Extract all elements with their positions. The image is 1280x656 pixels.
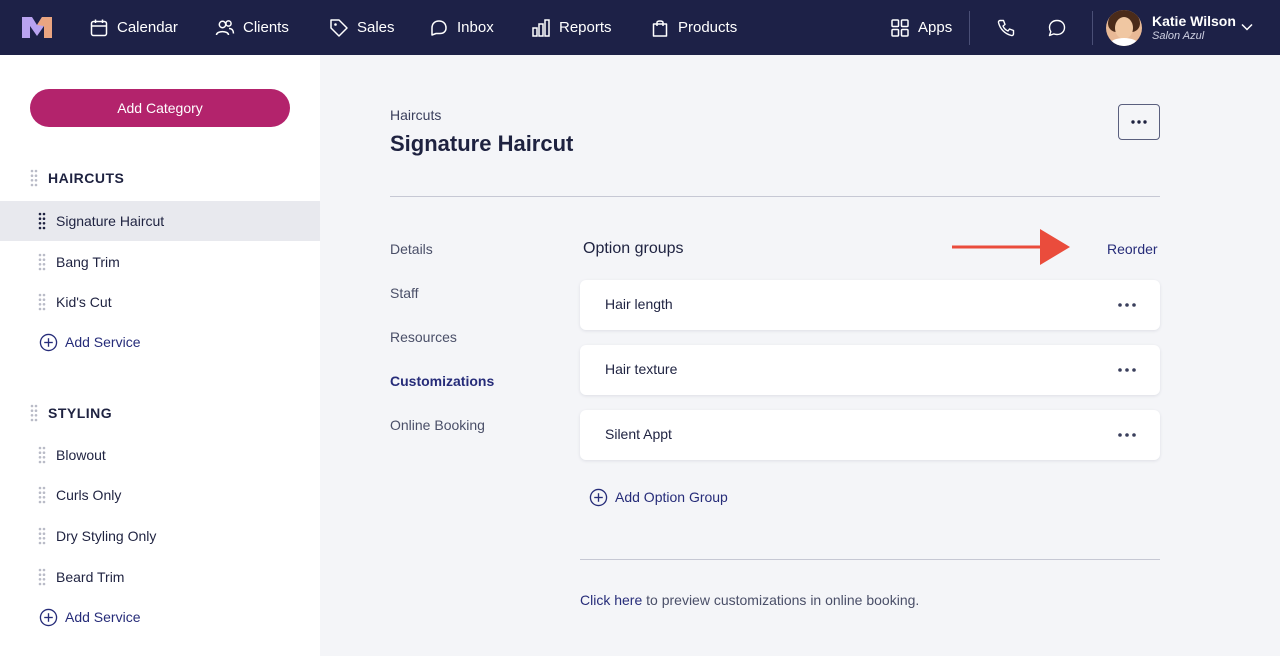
more-options-button[interactable] (1118, 104, 1160, 140)
nav-calendar[interactable]: Calendar (89, 0, 178, 55)
more-horizontal-icon[interactable] (1116, 300, 1138, 310)
add-category-button[interactable]: Add Category (30, 89, 290, 127)
drag-handle-icon[interactable] (38, 527, 46, 545)
nav-calendar-label: Calendar (117, 19, 178, 36)
add-option-group-button[interactable]: Add Option Group (589, 487, 728, 507)
drag-handle-icon[interactable] (38, 253, 46, 271)
tab-staff[interactable]: Staff (390, 285, 419, 301)
more-horizontal-icon[interactable] (1116, 430, 1138, 440)
sidebar-item-beard-trim[interactable]: Beard Trim (0, 557, 320, 597)
plus-circle-icon (39, 608, 58, 626)
drag-handle-icon[interactable] (38, 212, 46, 230)
service-label: Blowout (56, 447, 106, 463)
nav-apps[interactable]: Apps (890, 0, 952, 55)
page-title: Signature Haircut (390, 131, 574, 156)
tab-customizations[interactable]: Customizations (390, 373, 494, 389)
reorder-link[interactable]: Reorder (1107, 241, 1158, 257)
sidebar-item-curls-only[interactable]: Curls Only (0, 475, 320, 515)
nav-inbox-label: Inbox (457, 19, 494, 36)
chat-bubble-icon (1048, 19, 1066, 36)
chat-button[interactable] (1047, 0, 1075, 55)
tab-resources[interactable]: Resources (390, 329, 457, 345)
nav-reports-label: Reports (559, 19, 612, 36)
breadcrumb[interactable]: Haircuts (390, 107, 441, 123)
chevron-down-icon[interactable] (1240, 22, 1254, 32)
more-horizontal-icon (1131, 120, 1147, 124)
phone-button[interactable] (996, 0, 1024, 55)
drag-handle-icon[interactable] (38, 568, 46, 586)
tab-details[interactable]: Details (390, 241, 433, 257)
nav-inbox[interactable]: Inbox (429, 0, 494, 55)
user-name: Katie Wilson (1152, 13, 1236, 29)
more-horizontal-icon[interactable] (1116, 365, 1138, 375)
nav-products[interactable]: Products (650, 0, 737, 55)
nav-divider (1092, 11, 1093, 45)
preview-note: Click here to preview customizations in … (580, 592, 919, 608)
user-menu[interactable]: Katie Wilson Salon Azul (1106, 10, 1236, 46)
user-salon: Salon Azul (1152, 30, 1205, 42)
option-group-row[interactable]: Hair texture (580, 345, 1160, 395)
sidebar-item-blowout[interactable]: Blowout (0, 435, 320, 475)
service-label: Kid's Cut (56, 294, 112, 310)
preview-text: to preview customizations in online book… (642, 592, 920, 608)
add-service-button[interactable]: Add Service (39, 606, 140, 628)
inbox-icon (431, 19, 447, 36)
nav-clients-label: Clients (243, 19, 289, 36)
option-group-label: Silent Appt (605, 426, 672, 442)
add-service-button[interactable]: Add Service (39, 331, 140, 353)
annotation-arrow-icon (952, 229, 1070, 265)
option-group-label: Hair texture (605, 361, 678, 377)
plus-circle-icon (589, 488, 608, 506)
service-label: Bang Trim (56, 254, 120, 270)
tab-online-booking[interactable]: Online Booking (390, 417, 485, 433)
shopping-bag-icon (652, 19, 668, 37)
apps-grid-icon (891, 18, 909, 37)
drag-handle-icon[interactable] (38, 486, 46, 504)
drag-handle-icon[interactable] (30, 169, 38, 187)
nav-divider (969, 11, 970, 45)
option-group-label: Hair length (605, 296, 673, 312)
category-header-haircuts[interactable]: HAIRCUTS (30, 168, 124, 188)
category-header-styling[interactable]: STYLING (30, 403, 112, 423)
nav-products-label: Products (678, 19, 738, 36)
service-label: Beard Trim (56, 569, 125, 585)
clients-icon (215, 19, 235, 35)
option-group-row[interactable]: Silent Appt (580, 410, 1160, 460)
add-service-label: Add Service (65, 334, 141, 350)
nav-reports[interactable]: Reports (531, 0, 612, 55)
calendar-icon (90, 19, 108, 36)
add-option-group-label: Add Option Group (615, 489, 728, 505)
phone-icon (997, 19, 1015, 36)
nav-apps-label: Apps (918, 19, 953, 36)
app-logo-icon[interactable] (22, 17, 52, 38)
option-group-row[interactable]: Hair length (580, 280, 1160, 330)
avatar (1106, 10, 1142, 46)
sidebar-item-bang-trim[interactable]: Bang Trim (0, 242, 320, 282)
nav-sales-label: Sales (357, 19, 395, 36)
service-label: Curls Only (56, 487, 122, 503)
add-service-label: Add Service (65, 609, 141, 625)
sidebar-item-dry-styling-only[interactable]: Dry Styling Only (0, 516, 320, 556)
drag-handle-icon[interactable] (38, 293, 46, 311)
service-label: Signature Haircut (56, 213, 165, 229)
bar-chart-icon (532, 18, 550, 37)
plus-circle-icon (39, 333, 58, 351)
nav-clients[interactable]: Clients (215, 0, 289, 55)
category-name: STYLING (48, 405, 113, 421)
divider (390, 196, 1160, 197)
sidebar-item-signature-haircut[interactable]: Signature Haircut (0, 201, 320, 241)
service-label: Dry Styling Only (56, 528, 157, 544)
drag-handle-icon[interactable] (30, 404, 38, 422)
service-sidebar: Add Category HAIRCUTS Signature Haircut … (0, 55, 320, 656)
nav-sales[interactable]: Sales (329, 0, 395, 55)
category-name: HAIRCUTS (48, 170, 125, 186)
option-groups-heading: Option groups (583, 240, 684, 257)
preview-link[interactable]: Click here (580, 592, 642, 608)
sidebar-item-kids-cut[interactable]: Kid's Cut (0, 282, 320, 322)
tag-icon (330, 18, 348, 37)
drag-handle-icon[interactable] (38, 446, 46, 464)
top-nav-bar: Calendar Clients Sales Inbox Reports Pro… (0, 0, 1280, 55)
divider (580, 559, 1160, 560)
